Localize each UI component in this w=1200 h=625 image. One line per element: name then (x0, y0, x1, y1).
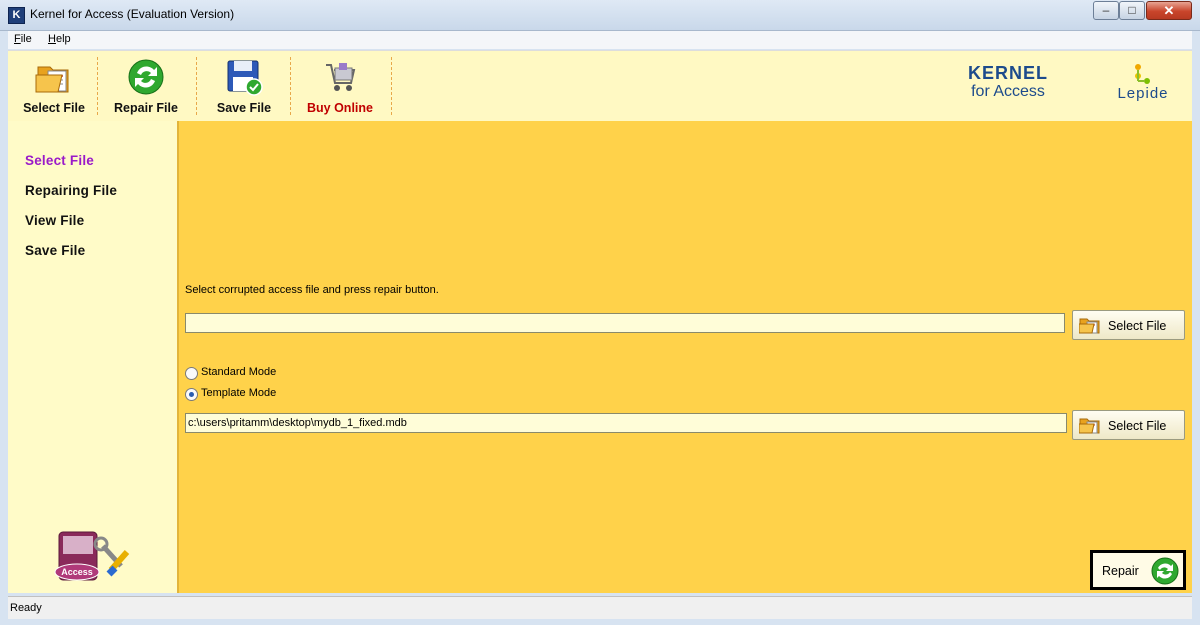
toolbar-repair-file-button[interactable]: Repair File (106, 51, 186, 121)
toolbar: Select File Repair File Save File Buy On… (8, 50, 1192, 122)
standard-mode-radio[interactable] (185, 367, 198, 380)
status-text: Ready (10, 602, 42, 614)
sidebar-item-view-file[interactable]: View File (25, 213, 84, 228)
minimize-button[interactable]: – (1093, 1, 1119, 20)
template-mode-radio[interactable] (185, 388, 198, 401)
select-template-file-button-label: Select File (1108, 419, 1167, 433)
kernel-brand-name: KERNEL (967, 63, 1048, 83)
toolbar-select-file-label: Select File (23, 101, 85, 115)
close-button[interactable]: ✕ (1146, 1, 1192, 20)
sidebar-item-select-file[interactable]: Select File (25, 153, 94, 168)
app-window: K Kernel for Access (Evaluation Version)… (0, 0, 1200, 625)
minimize-icon: – (1102, 3, 1110, 17)
select-file-button-label: Select File (1108, 319, 1167, 333)
sidebar: Select File Repairing File View File Sav… (8, 121, 179, 593)
select-template-file-button[interactable]: Select File (1072, 410, 1185, 440)
window-title: Kernel for Access (Evaluation Version) (30, 7, 235, 21)
maximize-icon: □ (1128, 3, 1136, 17)
toolbar-separator (290, 57, 291, 115)
toolbar-separator (196, 57, 197, 115)
corrupted-file-path-input[interactable] (185, 313, 1065, 333)
toolbar-buy-online-button[interactable]: Buy Online (298, 51, 382, 121)
kernel-brand-logo: KERNEL for Access (943, 63, 1073, 101)
menu-file[interactable]: File (14, 33, 32, 45)
toolbar-separator (391, 57, 392, 115)
select-file-button[interactable]: Select File (1072, 310, 1185, 340)
repair-recycle-icon (128, 59, 164, 95)
access-logo-text: Access (61, 567, 93, 577)
toolbar-save-file-label: Save File (216, 101, 272, 115)
folder-open-icon (1079, 318, 1100, 334)
close-icon: ✕ (1163, 3, 1175, 18)
sidebar-item-repairing-file[interactable]: Repairing File (25, 183, 117, 198)
toolbar-buy-online-label: Buy Online (307, 101, 373, 115)
folder-open-icon (1079, 418, 1100, 434)
shopping-cart-icon (326, 63, 356, 91)
sidebar-item-save-file[interactable]: Save File (25, 243, 85, 258)
lepide-logo-icon (1093, 63, 1193, 85)
template-file-path-input[interactable] (185, 413, 1067, 433)
main-content-panel: Select corrupted access file and press r… (179, 121, 1192, 593)
repair-recycle-icon (1151, 557, 1179, 585)
maximize-button[interactable]: □ (1119, 1, 1145, 20)
instruction-text: Select corrupted access file and press r… (185, 284, 439, 296)
repair-button-label: Repair (1102, 564, 1139, 578)
folder-open-icon (35, 66, 69, 93)
standard-mode-label[interactable]: Standard Mode (201, 366, 276, 378)
lepide-brand-name: Lepide (1117, 85, 1169, 102)
toolbar-repair-file-label: Repair File (114, 101, 178, 115)
repair-button[interactable]: Repair (1090, 550, 1186, 590)
kernel-brand-product: for Access (971, 83, 1045, 100)
status-bar: Ready (8, 596, 1192, 619)
lepide-brand-logo: Lepide (1093, 63, 1193, 102)
access-product-logo: Access (54, 531, 130, 581)
menu-help[interactable]: Help (48, 33, 71, 45)
toolbar-separator (97, 57, 98, 115)
save-disk-icon (227, 60, 263, 96)
template-mode-label[interactable]: Template Mode (201, 387, 276, 399)
toolbar-save-file-button[interactable]: Save File (204, 51, 284, 121)
toolbar-select-file-button[interactable]: Select File (14, 51, 94, 121)
menu-bar: File Help (8, 31, 1192, 49)
app-icon[interactable]: K (8, 7, 25, 24)
title-bar[interactable]: K Kernel for Access (Evaluation Version)… (0, 0, 1200, 31)
